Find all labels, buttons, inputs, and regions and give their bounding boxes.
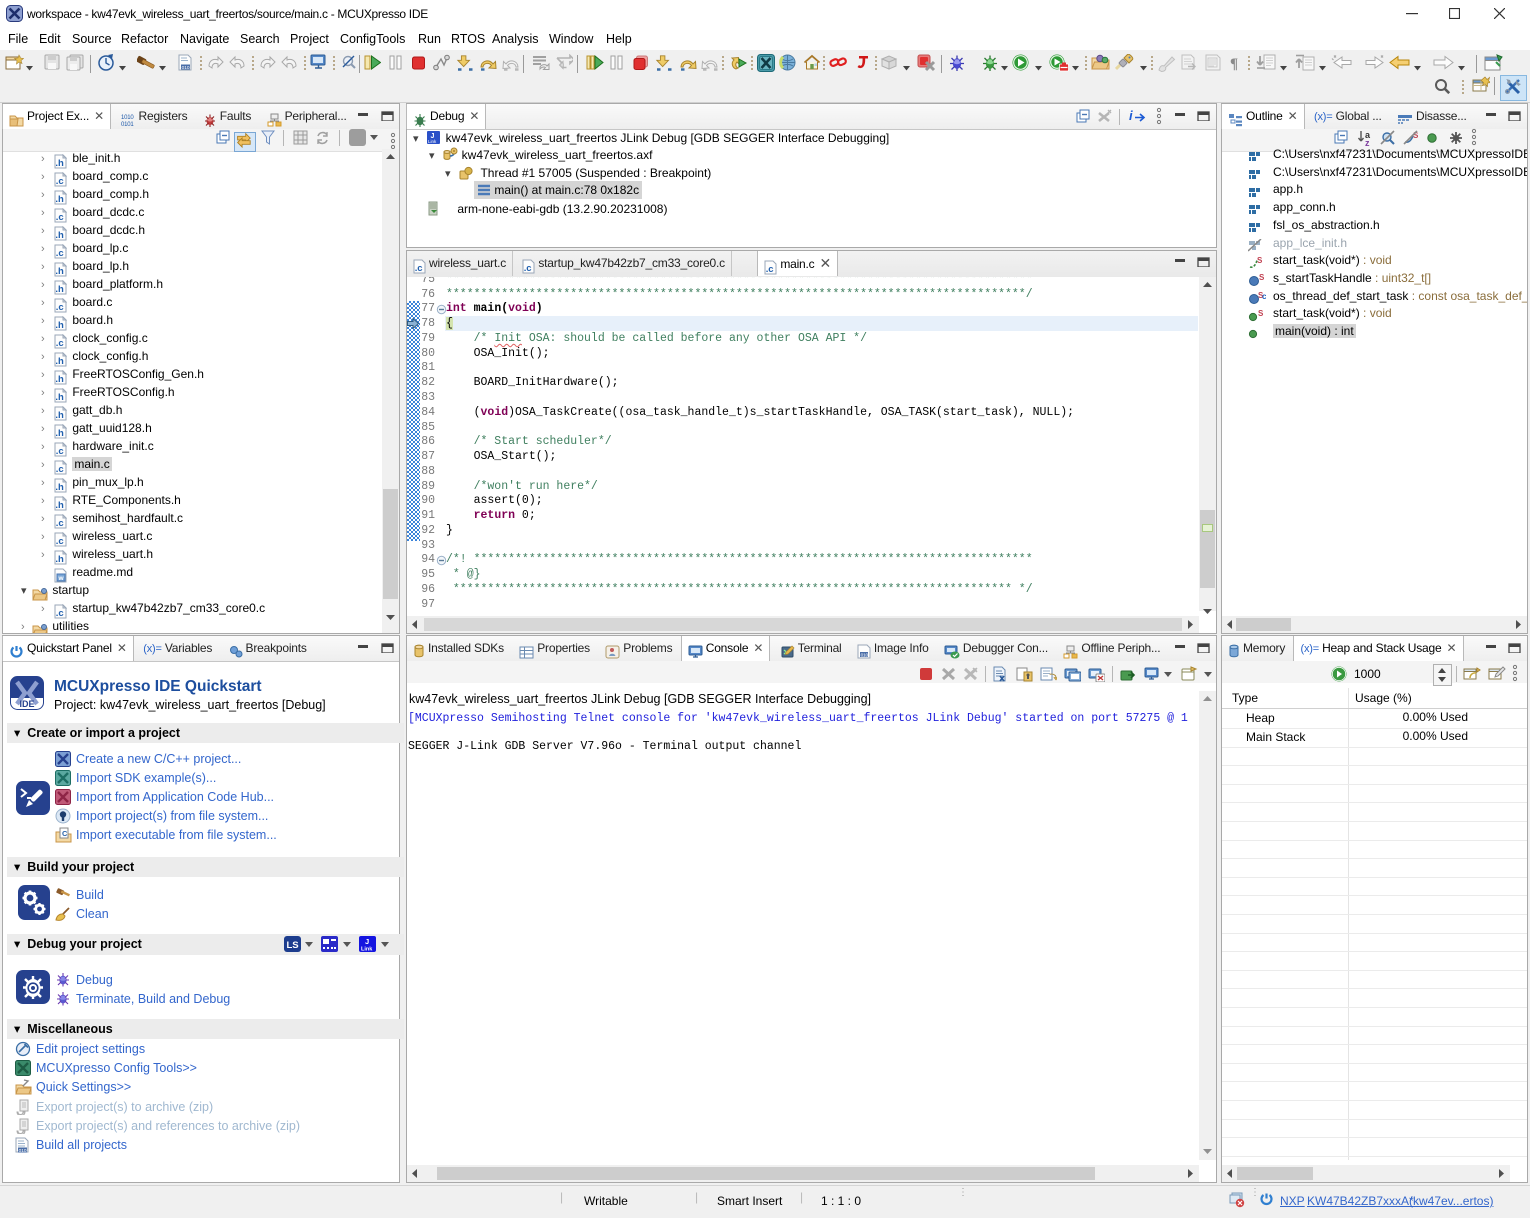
svg-text:0101: 0101: [121, 122, 134, 127]
svg-text:010: 010: [19, 1148, 27, 1153]
svg-text:S: S: [1259, 274, 1264, 282]
svg-text:Link: Link: [428, 139, 437, 144]
svg-text:010: 010: [860, 653, 868, 659]
svg-text:¶: ¶: [1230, 56, 1238, 71]
svg-text:010: 010: [182, 65, 190, 71]
svg-text:.c: .c: [415, 263, 423, 274]
svg-text:LS: LS: [287, 940, 299, 951]
svg-text:c: c: [1262, 292, 1266, 301]
svg-text:J: J: [365, 937, 369, 946]
svg-text:1010: 1010: [121, 115, 134, 121]
svg-text:.c: .c: [766, 264, 774, 275]
svg-text:Link: Link: [361, 947, 373, 953]
svg-text:S: S: [1257, 257, 1263, 265]
svg-text:S: S: [1258, 310, 1264, 318]
svg-text:IDE: IDE: [20, 699, 35, 709]
svg-text:C: C: [62, 829, 68, 838]
svg-text:.c: .c: [524, 263, 532, 274]
